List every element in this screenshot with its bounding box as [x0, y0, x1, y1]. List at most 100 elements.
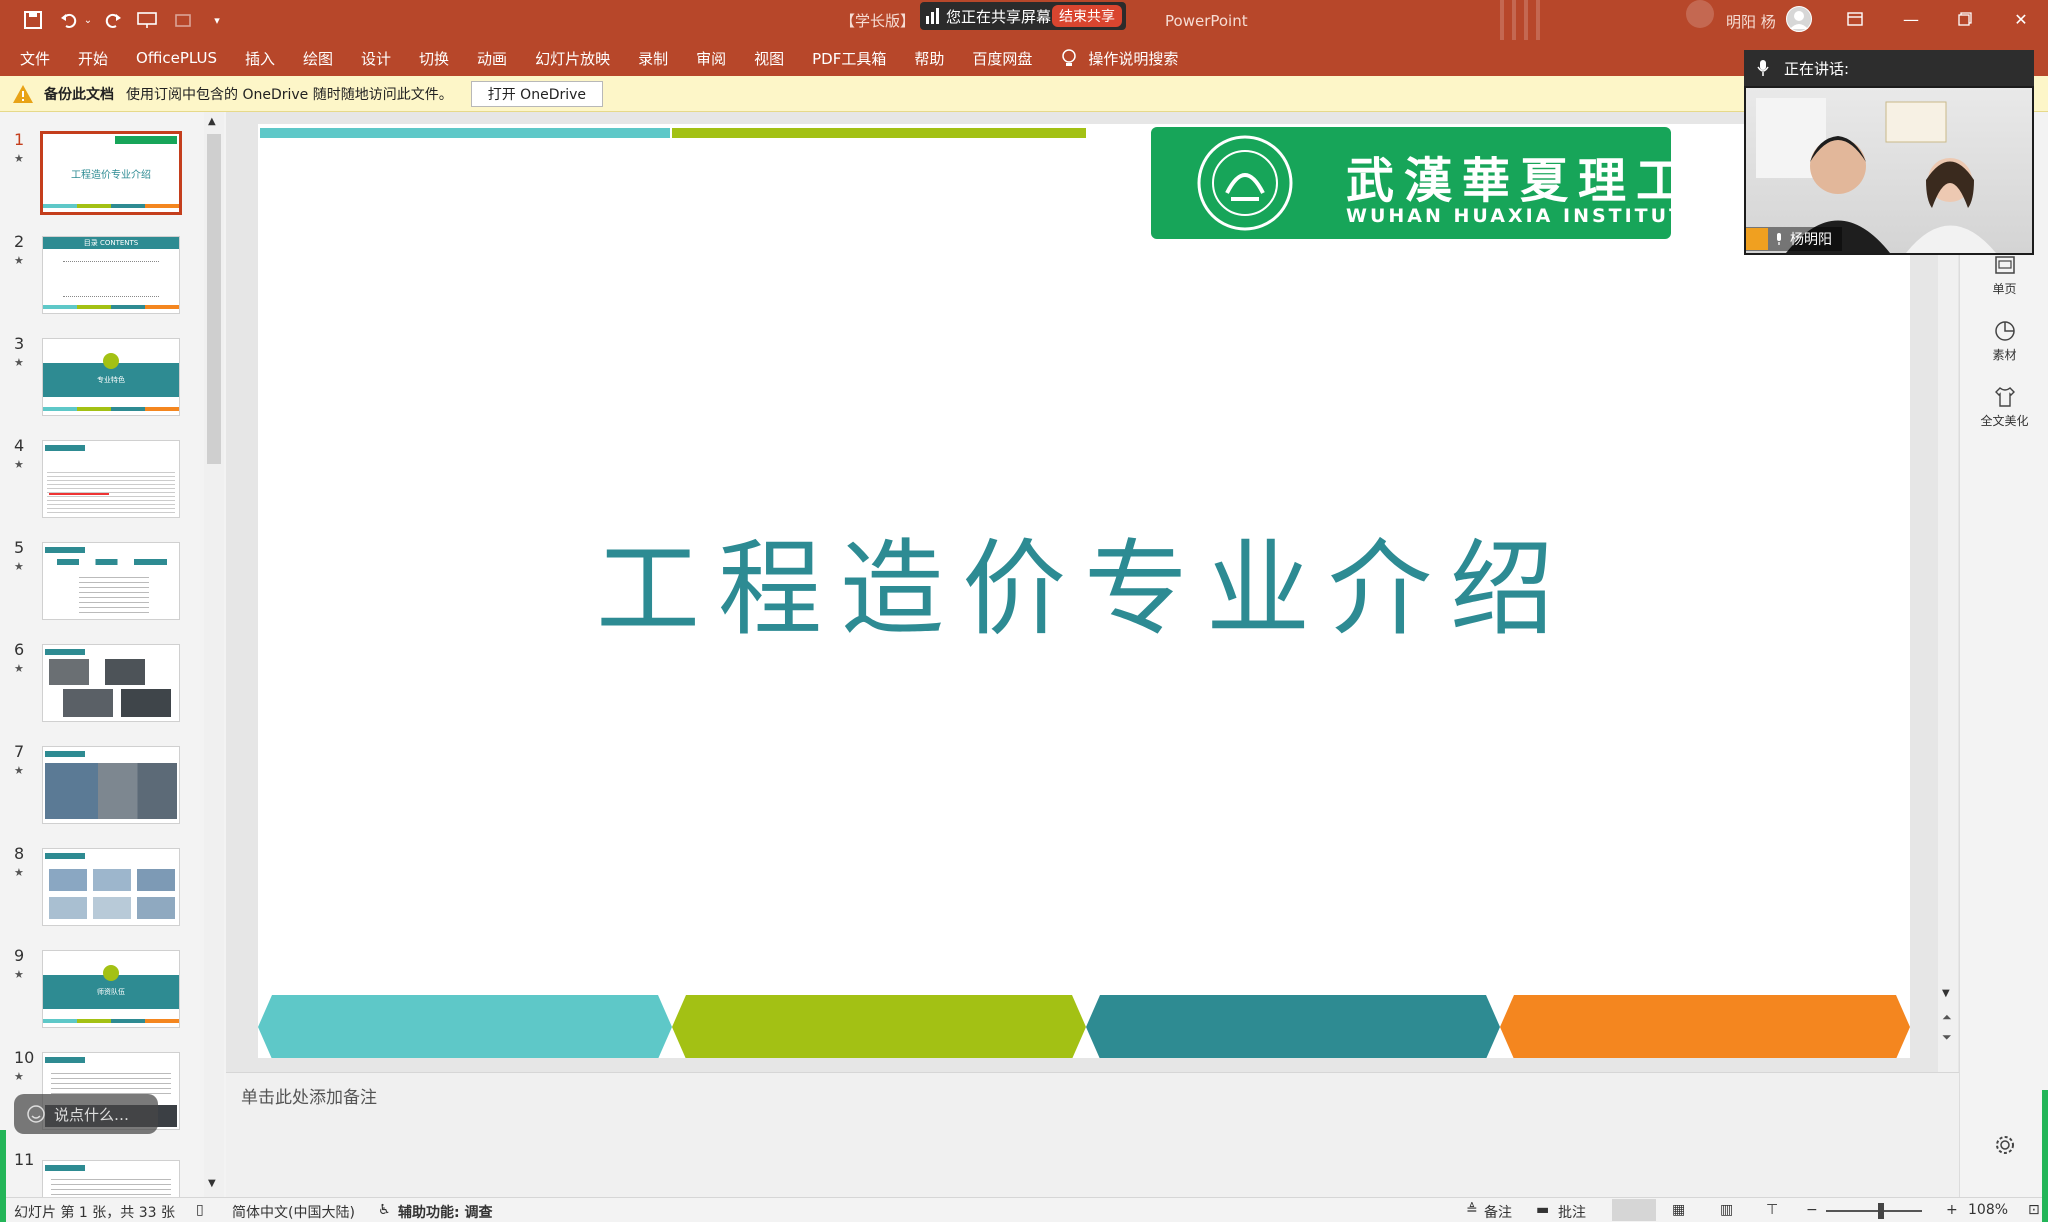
zoom-in-icon[interactable]: + [1946, 1202, 1958, 1218]
end-share-button[interactable]: 结束共享 [1052, 5, 1122, 27]
thumb-band [43, 204, 179, 208]
reading-view-icon[interactable]: ▥ [1720, 1202, 1733, 1218]
speaking-label: 正在讲话: [1784, 59, 1850, 78]
slide-scrollbar[interactable]: ▼ ⏶ ⏷ [1938, 112, 1958, 1072]
tell-me-search[interactable]: 操作说明搜索 [1060, 48, 1178, 69]
tab-record[interactable]: 录制 [638, 48, 668, 69]
emoji-icon [27, 1105, 45, 1123]
tab-insert[interactable]: 插入 [245, 48, 275, 69]
thumb-band [43, 305, 179, 309]
thumbnail-slide-2[interactable]: 目录 CONTENTS [42, 236, 180, 314]
infobar-message: 使用订阅中包含的 OneDrive 随时随地访问此文件。 [126, 86, 453, 103]
redo-icon[interactable] [102, 9, 124, 31]
accessibility-status[interactable]: 辅助功能: 调查 [398, 1202, 492, 1222]
open-onedrive-button[interactable]: 打开 OneDrive [470, 80, 604, 107]
ribbon-display-options-icon[interactable] [1840, 6, 1870, 32]
onedrive-info-bar: 备份此文档 使用订阅中包含的 OneDrive 随时随地访问此文件。 打开 On… [0, 76, 2048, 112]
slide-top-bar-teal [260, 128, 670, 138]
band-segment-green [672, 995, 1086, 1058]
comments-toggle[interactable]: 批注 [1558, 1202, 1586, 1222]
tab-review[interactable]: 审阅 [696, 48, 726, 69]
thumbnail-slide-6[interactable] [42, 644, 180, 722]
language-indicator[interactable]: 简体中文(中国大陆) [232, 1202, 355, 1222]
tab-draw[interactable]: 绘图 [303, 48, 333, 69]
thumb-photo [121, 689, 171, 717]
user-avatar[interactable] [1786, 6, 1812, 32]
settings-button[interactable] [1960, 1134, 2048, 1160]
current-slide[interactable]: 武漢華夏理工 WUHAN HUAXIA INSTITUTE OF TE 工程造价… [258, 124, 1910, 1058]
slide-sorter-icon[interactable]: ▦ [1672, 1202, 1685, 1218]
thumbnail-slide-9[interactable]: 师资队伍 [42, 950, 180, 1028]
tab-pdf-toolbox[interactable]: PDF工具箱 [812, 48, 886, 69]
zoom-out-icon[interactable]: − [1806, 1202, 1818, 1218]
tab-baidu-netdisk[interactable]: 百度网盘 [972, 48, 1032, 69]
video-call-panel[interactable]: 正在讲话: 杨明阳 [1744, 50, 2034, 255]
scroll-up-icon[interactable]: ▲ [208, 116, 216, 127]
normal-view-icon[interactable] [1612, 1199, 1656, 1221]
tab-help[interactable]: 帮助 [914, 48, 944, 69]
thumb-number: 6 [14, 640, 25, 659]
customize-qat-icon[interactable]: ▾ [210, 9, 224, 31]
thumb-photo [105, 659, 145, 685]
slide-bottom-band [258, 995, 1910, 1058]
minimize-icon[interactable]: — [1896, 6, 1926, 32]
tab-view[interactable]: 视图 [754, 48, 784, 69]
animation-star-icon: ★ [14, 152, 24, 165]
thumbnail-slide-11[interactable] [42, 1160, 180, 1197]
save-icon[interactable] [22, 9, 44, 31]
zoom-slider[interactable] [1826, 1210, 1922, 1212]
notes-toggle[interactable]: 备注 [1484, 1202, 1512, 1222]
thumb-photo [93, 897, 131, 919]
touch-mode-icon[interactable] [172, 9, 194, 31]
thumb-header [45, 649, 85, 655]
chat-input[interactable]: 说点什么… [14, 1094, 158, 1134]
tab-slideshow[interactable]: 幻灯片放映 [535, 48, 610, 69]
band-segment-orange [1500, 995, 1910, 1058]
tab-file[interactable]: 文件 [20, 48, 50, 69]
animation-star-icon: ★ [14, 1070, 24, 1083]
restore-icon[interactable] [1950, 6, 1980, 32]
thumbnail-slide-5[interactable] [42, 542, 180, 620]
scrollbar-thumb[interactable] [207, 134, 221, 464]
next-slide-icon[interactable]: ⏷ [1942, 1030, 1952, 1045]
zoom-level[interactable]: 108% [1968, 1202, 2008, 1218]
slide-title[interactable]: 工程造价专业介绍 [258, 504, 1910, 655]
tab-design[interactable]: 设计 [361, 48, 391, 69]
single-page-button[interactable]: 单页 [1960, 254, 2048, 297]
fit-to-window-icon[interactable]: ⊡ [2028, 1202, 2040, 1218]
user-name[interactable]: 明阳 杨 [1726, 11, 1776, 32]
animation-star-icon: ★ [14, 866, 24, 879]
thumbnail-slide-4[interactable] [42, 440, 180, 518]
tab-officeplus[interactable]: OfficePLUS [136, 49, 217, 67]
slideshow-icon[interactable]: ⊤ [1766, 1202, 1778, 1218]
thumb-number: 7 [14, 742, 25, 761]
thumbnail-slide-7[interactable] [42, 746, 180, 824]
previous-slide-icon[interactable]: ⏶ [1942, 1010, 1952, 1025]
materials-button[interactable]: 素材 [1960, 320, 2048, 363]
tab-home[interactable]: 开始 [78, 48, 108, 69]
zoom-slider-knob[interactable] [1878, 1203, 1884, 1219]
scroll-down-icon[interactable]: ▼ [1942, 988, 1950, 999]
thumbnail-slide-3[interactable]: 专业特色 [42, 338, 180, 416]
thumbnails-scrollbar[interactable]: ▲ ▼ [204, 112, 224, 1197]
school-logo: 武漢華夏理工 WUHAN HUAXIA INSTITUTE OF TE [1151, 127, 1671, 239]
thumb-header [45, 1057, 85, 1063]
thumb-number: 5 [14, 538, 25, 557]
undo-dropdown-icon[interactable]: ⌄ [82, 9, 94, 31]
tab-animations[interactable]: 动画 [477, 48, 507, 69]
undo-icon[interactable] [58, 9, 80, 31]
thumbnail-slide-8[interactable] [42, 848, 180, 926]
tab-transitions[interactable]: 切换 [419, 48, 449, 69]
thumb-number: 3 [14, 334, 25, 353]
start-from-beginning-icon[interactable] [136, 9, 158, 31]
notes-pane[interactable]: 单击此处添加备注 [226, 1072, 1959, 1197]
notes-placeholder[interactable]: 单击此处添加备注 [241, 1083, 377, 1108]
participant-name: 杨明阳 [1790, 232, 1832, 248]
thumbnail-slide-1[interactable]: 工程造价专业介绍 [40, 131, 182, 215]
beautify-button[interactable]: 全文美化 [1960, 386, 2048, 429]
close-icon[interactable]: ✕ [2006, 6, 2036, 32]
scroll-down-icon[interactable]: ▼ [208, 1178, 216, 1189]
logo-english-text: WUHAN HUAXIA INSTITUTE OF TE [1346, 205, 1671, 227]
thumb-photo [93, 869, 131, 891]
spell-check-icon[interactable]: ▯ [196, 1202, 204, 1218]
